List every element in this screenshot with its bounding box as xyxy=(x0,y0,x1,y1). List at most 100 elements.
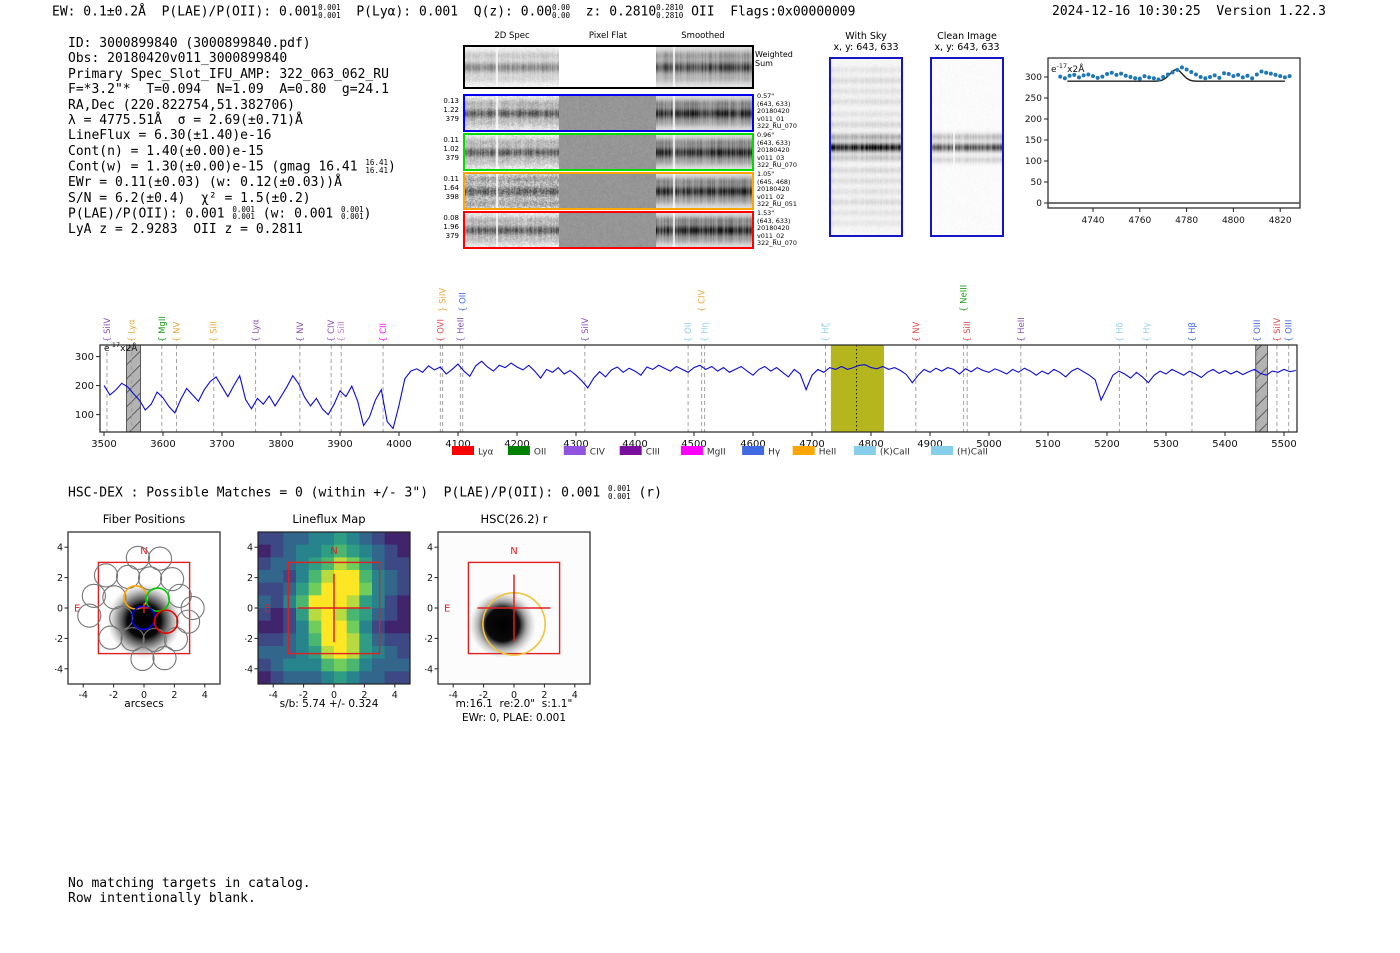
legend-swatch xyxy=(507,446,530,455)
spectrum-data-point xyxy=(1095,75,1100,80)
info-line-13-text: LyA z = 2.9283 OII z = 0.2811 xyxy=(68,221,303,237)
heatmap-cell xyxy=(397,582,411,596)
info-line-7-text: LineFlux = 6.30(±1.40)e-16 xyxy=(68,128,272,144)
spectrum-data-point xyxy=(1268,71,1273,76)
heatmap-cell xyxy=(397,595,411,609)
info-line-9-text: Cont(w) = 1.30(±0.00)e-15 (gmag 16.41 xyxy=(68,159,366,175)
footer-note-line2: Row intentionally blank. xyxy=(68,891,256,906)
header-summary-lower: 0.2810 xyxy=(656,10,684,20)
emission-line-label: } SiIV xyxy=(439,288,449,312)
spectrum-data-point xyxy=(1198,75,1203,79)
plot-frame xyxy=(99,344,1298,433)
fiber-row-1-smoothed xyxy=(656,96,752,130)
spectrum-data-point xyxy=(1133,76,1138,81)
heatmap-cell xyxy=(372,608,386,622)
column-header-pixel-flat: Pixel Flat xyxy=(588,31,628,41)
heatmap-cell xyxy=(308,646,322,660)
heatmap-cell xyxy=(384,570,398,584)
heatmap-cell xyxy=(359,557,373,571)
spectrum-data-point xyxy=(1156,77,1161,82)
heatmap-cell xyxy=(334,620,348,634)
heatmap-cell xyxy=(258,620,272,634)
heatmap-cell xyxy=(308,671,322,685)
weighted-label-line2: Sum xyxy=(755,59,773,68)
with-sky-cutout-image xyxy=(831,59,901,235)
y-tick-label: 150 xyxy=(1025,136,1042,146)
header-summary-uncertainty: 0.2810 0.2810 xyxy=(656,4,683,19)
heatmap-cell xyxy=(283,544,297,558)
emission-line-label: { CII xyxy=(379,323,389,342)
column-header-smoothed: Smoothed xyxy=(681,31,725,41)
spectrum-data-point xyxy=(1091,74,1095,79)
heatmap-cell xyxy=(372,658,386,672)
heatmap-cell xyxy=(321,646,335,660)
heatmap-cell xyxy=(372,633,386,647)
heatmap-cell xyxy=(296,544,310,558)
heatmap-cell xyxy=(270,557,284,571)
fiber-meta-value: 322_RU_070 xyxy=(757,239,797,248)
y-tick-label: -4 xyxy=(55,664,63,675)
heatmap-cell xyxy=(346,633,360,647)
heatmap-cell xyxy=(359,582,373,596)
y-tick-label: 100 xyxy=(1025,157,1042,167)
heatmap-cell xyxy=(359,570,373,584)
heatmap-cell xyxy=(346,646,360,660)
heatmap-cell xyxy=(270,671,284,685)
footer-note-line1: No matching targets in catalog. xyxy=(68,876,311,891)
fiber-row-4-weights: 0.08 1.96 379 xyxy=(419,214,459,241)
heatmap-cell xyxy=(296,608,310,622)
spectrum-data-point xyxy=(1086,72,1091,77)
y-tick-label: 200 xyxy=(75,381,94,392)
column-header-2d-spec: 2D Spec xyxy=(494,31,530,41)
fiber-row-1-meta: 0.57" (643, 633) 20180420 v011_01 322_RU_070 xyxy=(757,92,817,131)
heatmap-cell xyxy=(346,544,360,558)
heatmap-cell xyxy=(321,608,335,622)
weighted-sum-row-pixelflat xyxy=(559,47,656,87)
heatmap-cell xyxy=(346,557,360,571)
spectrum-data-point xyxy=(1273,72,1278,77)
y-tick-label: 50 xyxy=(1031,178,1043,188)
legend-label: CIV xyxy=(590,448,606,458)
emission-line-label: { OIII xyxy=(1285,320,1295,342)
info-line-8: Cont(n) = 1.40(±0.00)e-15 xyxy=(68,144,396,159)
x-tick-label: 4000 xyxy=(386,439,411,450)
info-line-1-text: ID: 3000899840 (3000899840.pdf) xyxy=(68,36,311,51)
heatmap-cell xyxy=(296,646,310,660)
fiber-row-2 xyxy=(463,133,754,171)
spectrum-data-point xyxy=(1264,70,1269,75)
fiber-meta-value: 322_RU_070 xyxy=(757,122,797,131)
spectrum-data-point xyxy=(1203,76,1208,81)
x-tick-label: 5100 xyxy=(1035,439,1060,450)
spectrum-data-point xyxy=(1151,76,1156,81)
emission-line-label: { OIII xyxy=(1253,320,1263,342)
header-timestamp: 2024-12-16 10:30:25 Version 1.22.3 xyxy=(1052,4,1326,19)
heatmap-cell xyxy=(283,620,297,634)
heatmap-cell xyxy=(296,557,310,571)
hsc-cutout-plae-line: EWr: 0, PLAE: 0.001 xyxy=(461,712,567,724)
fiber-row-1-2dspec xyxy=(465,96,559,130)
fiber-row-2-pixelflat xyxy=(559,135,656,169)
fiber-positions-plot: -4-4-2-2002244NE xyxy=(55,531,221,700)
heatmap-cell xyxy=(321,658,335,672)
lineflux-map-xlabel: s/b: 5.74 +/- 0.324 xyxy=(279,698,379,710)
info-line-7: LineFlux = 6.30(±1.40)e-16 xyxy=(68,128,396,143)
heatmap-cell xyxy=(308,658,322,672)
spectrum-data-point xyxy=(1189,69,1194,74)
fiber-row-3-pixelflat xyxy=(559,174,656,208)
info-line-8-text: Cont(n) = 1.40(±0.00)e-15 xyxy=(68,143,264,159)
heatmap-cell xyxy=(321,620,335,634)
spectrum-data-point xyxy=(1278,74,1283,79)
heatmap-cell xyxy=(359,608,373,622)
emission-line-label: { NeIII xyxy=(960,285,970,312)
fiber-row-4-meta: 1.53" (643, 633) 20180420 v011_02 322_RU_070 xyxy=(757,209,817,248)
fiber-weight-value: 1.96 xyxy=(443,223,459,231)
emission-line-label: { Hζ xyxy=(822,322,832,342)
heatmap-cell xyxy=(258,582,272,596)
heatmap-cell xyxy=(270,570,284,584)
heatmap-cell xyxy=(321,582,335,596)
spectrum-data-point xyxy=(1217,75,1222,80)
x-tick-label: 5500 xyxy=(1271,439,1296,450)
heatmap-cell xyxy=(397,608,411,622)
heatmap-cell xyxy=(346,671,360,685)
heatmap-cell xyxy=(258,671,272,685)
